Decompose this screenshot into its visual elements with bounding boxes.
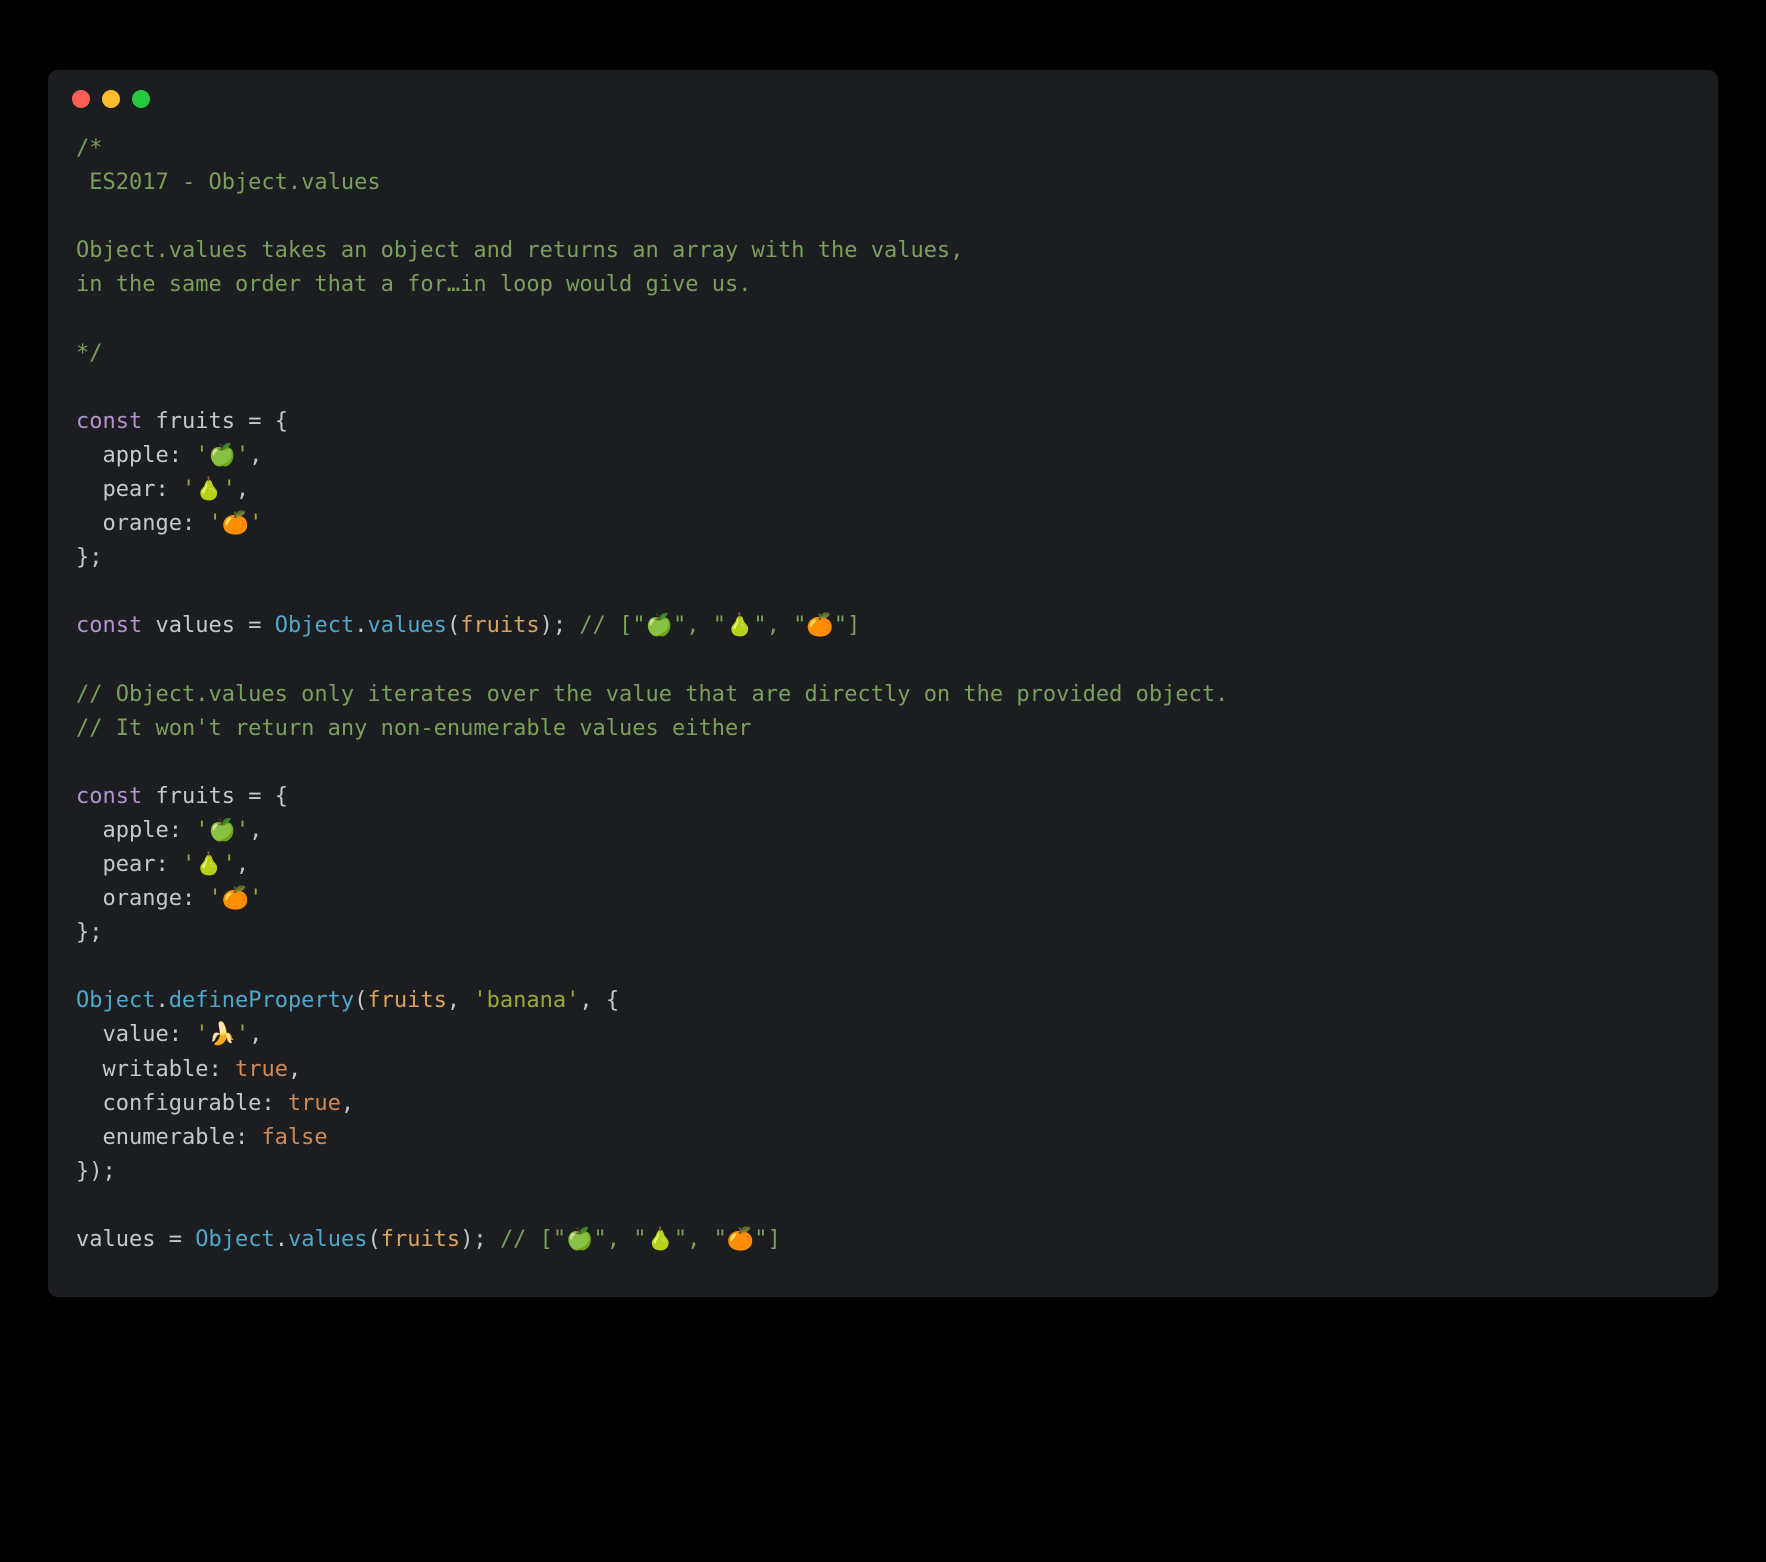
keyword-const: const bbox=[76, 613, 142, 638]
prop-orange-key: orange: bbox=[76, 511, 208, 536]
keyword-const: const bbox=[76, 784, 142, 809]
prop-orange-val: '🍊' bbox=[208, 886, 262, 911]
prop-pear-val: '🍐' bbox=[182, 477, 236, 502]
class-object: Object bbox=[195, 1227, 274, 1252]
prop-enumerable-key: enumerable: bbox=[76, 1125, 261, 1150]
prop-configurable-key: configurable: bbox=[76, 1091, 288, 1116]
param-fruits: fruits bbox=[381, 1227, 460, 1252]
comma: , bbox=[288, 1057, 301, 1082]
param-fruits: fruits bbox=[367, 988, 446, 1013]
class-object: Object bbox=[275, 613, 354, 638]
dot: . bbox=[155, 988, 168, 1013]
class-object: Object bbox=[76, 988, 155, 1013]
comma: , bbox=[249, 1022, 262, 1047]
prop-writable-key: writable: bbox=[76, 1057, 235, 1082]
comma: , bbox=[249, 818, 262, 843]
bool-true: true bbox=[288, 1091, 341, 1116]
identifier-fruits: fruits bbox=[155, 409, 234, 434]
code-block: /* ES2017 - Object.values Object.values … bbox=[48, 116, 1718, 1297]
rparen: ); bbox=[460, 1227, 500, 1252]
identifier-values: values bbox=[155, 613, 234, 638]
brace-rparen-close: }); bbox=[76, 1159, 116, 1184]
bool-true: true bbox=[235, 1057, 288, 1082]
block-comment: /* ES2017 - Object.values Object.values … bbox=[76, 136, 963, 366]
identifier-fruits: fruits bbox=[155, 784, 234, 809]
param-fruits: fruits bbox=[460, 613, 539, 638]
eq: = bbox=[235, 613, 275, 638]
comma: , bbox=[447, 988, 474, 1013]
prop-apple-val: '🍏' bbox=[195, 443, 249, 468]
method-defineproperty: defineProperty bbox=[169, 988, 354, 1013]
code-window: /* ES2017 - Object.values Object.values … bbox=[48, 70, 1718, 1297]
method-values: values bbox=[288, 1227, 367, 1252]
inline-result-comment: // ["🍏", "🍐", "🍊"] bbox=[500, 1227, 781, 1252]
keyword-const: const bbox=[76, 409, 142, 434]
prop-value-val: '🍌' bbox=[195, 1022, 249, 1047]
lparen: ( bbox=[354, 988, 367, 1013]
line-comment: // It won't return any non-enumerable va… bbox=[76, 716, 752, 741]
inline-result-comment: // ["🍏", "🍐", "🍊"] bbox=[579, 613, 860, 638]
prop-pear-val: '🍐' bbox=[182, 852, 236, 877]
traffic-light-minimize-icon[interactable] bbox=[102, 90, 120, 108]
prop-pear-key: pear: bbox=[76, 852, 182, 877]
string-banana: 'banana' bbox=[473, 988, 579, 1013]
traffic-light-zoom-icon[interactable] bbox=[132, 90, 150, 108]
comma: , bbox=[249, 443, 262, 468]
prop-pear-key: pear: bbox=[76, 477, 182, 502]
line-comment: // Object.values only iterates over the … bbox=[76, 682, 1228, 707]
brace-close: }; bbox=[76, 920, 103, 945]
prop-orange-key: orange: bbox=[76, 886, 208, 911]
comma-brace: , { bbox=[579, 988, 619, 1013]
comma: , bbox=[236, 852, 249, 877]
identifier-values: values bbox=[76, 1227, 155, 1252]
prop-value-key: value: bbox=[76, 1022, 195, 1047]
punct: = { bbox=[235, 409, 288, 434]
eq: = bbox=[155, 1227, 195, 1252]
brace-close: }; bbox=[76, 545, 103, 570]
comma: , bbox=[341, 1091, 354, 1116]
method-values: values bbox=[367, 613, 446, 638]
lparen: ( bbox=[367, 1227, 380, 1252]
prop-apple-key: apple: bbox=[76, 818, 195, 843]
bool-false: false bbox=[261, 1125, 327, 1150]
prop-orange-val: '🍊' bbox=[208, 511, 262, 536]
dot: . bbox=[275, 1227, 288, 1252]
dot: . bbox=[354, 613, 367, 638]
traffic-light-close-icon[interactable] bbox=[72, 90, 90, 108]
prop-apple-val: '🍏' bbox=[195, 818, 249, 843]
punct: = { bbox=[235, 784, 288, 809]
window-titlebar bbox=[48, 70, 1718, 116]
rparen: ); bbox=[540, 613, 580, 638]
prop-apple-key: apple: bbox=[76, 443, 195, 468]
comma: , bbox=[236, 477, 249, 502]
lparen: ( bbox=[447, 613, 460, 638]
